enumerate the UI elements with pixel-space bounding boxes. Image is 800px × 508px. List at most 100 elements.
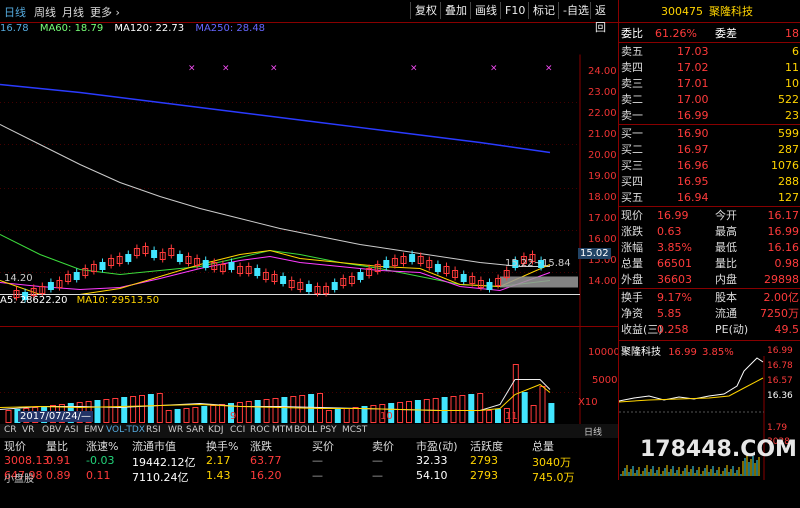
table-header[interactable]: 现价 xyxy=(4,438,26,454)
table-header[interactable]: 总量 xyxy=(532,438,554,454)
event-marker: × xyxy=(188,64,196,74)
indicator-tab[interactable]: ROC xyxy=(250,425,270,435)
indicator-tab[interactable]: SAR xyxy=(186,425,204,435)
quote-panel: 300475 聚隆科技 委比 61.26% 委差 18 卖五 17.03 6 卖四 17… xyxy=(618,0,800,480)
stat-value: 5.85 xyxy=(657,307,682,320)
indicator-tab[interactable]: CCI xyxy=(230,425,245,435)
table-header[interactable]: 换手% xyxy=(206,438,238,454)
indicator-tab[interactable]: PSY xyxy=(320,425,337,435)
back-button[interactable]: 返回 xyxy=(590,2,618,34)
indicator-tab[interactable]: VR xyxy=(22,425,34,435)
volume-bar xyxy=(236,402,243,423)
table-header[interactable]: 买价 xyxy=(312,438,334,454)
table-cell: 2793 xyxy=(470,454,498,467)
indicator-tab[interactable]: ASI xyxy=(64,425,79,435)
stat-value: 36603 xyxy=(657,273,692,286)
orderbook-price[interactable]: 16.95 xyxy=(677,174,709,190)
orderbook-price[interactable]: 17.01 xyxy=(677,76,709,92)
price-tick: 14.00 xyxy=(588,276,617,287)
volume-bar xyxy=(290,396,297,423)
candle xyxy=(434,264,441,272)
table-header[interactable]: 涨速% xyxy=(86,438,118,454)
table-header[interactable]: 流通市值 xyxy=(132,438,176,454)
orderbook-qty: 23 xyxy=(785,109,799,122)
table-footer: 小盘股 xyxy=(4,474,34,485)
kline-chart[interactable]: × × × × × × xyxy=(0,22,618,462)
orderbook-price[interactable]: 17.02 xyxy=(677,60,709,76)
table-header[interactable]: 涨跌 xyxy=(250,438,272,454)
stat-value: 0.63 xyxy=(657,225,682,238)
indicator-tab-active[interactable]: VOL-TDX xyxy=(106,425,145,435)
volume-bar xyxy=(450,396,457,423)
table-cell: — xyxy=(312,469,323,482)
table-header[interactable]: 卖价 xyxy=(372,438,394,454)
candle xyxy=(409,254,416,262)
orderbook-price[interactable]: 16.99 xyxy=(677,108,709,124)
candle xyxy=(151,250,158,258)
event-marker: × xyxy=(545,64,553,74)
volume-bar xyxy=(245,401,252,423)
stat-label: 外盘 xyxy=(621,273,643,286)
volume-bar xyxy=(94,400,101,423)
price-tick: 16.00 xyxy=(588,234,617,245)
range-annotation: 15.22~15.84 xyxy=(505,258,571,269)
indicator-tab[interactable]: MTM xyxy=(272,425,293,435)
tab-more[interactable]: 更多 › xyxy=(90,4,120,20)
draw-line-button[interactable]: 画线 xyxy=(470,2,501,19)
indicator-tab[interactable]: MCST xyxy=(342,425,367,435)
price-tick: 18.00 xyxy=(588,192,617,203)
volume-bar xyxy=(272,398,279,423)
candle xyxy=(47,282,54,290)
adjust-button[interactable]: 复权 xyxy=(410,2,441,19)
candle xyxy=(202,260,209,268)
orderbook-price[interactable]: 17.00 xyxy=(677,92,709,108)
orderbook-price[interactable]: 16.94 xyxy=(677,190,709,206)
orderbook-price[interactable]: 16.97 xyxy=(677,142,709,158)
table-header[interactable]: 量比 xyxy=(46,438,68,454)
stat-label: 最高 xyxy=(715,225,737,238)
stat-label: 涨跌 xyxy=(621,225,643,238)
volume-bar xyxy=(406,401,412,423)
table-header[interactable]: 市盈(动) xyxy=(416,438,458,454)
orderbook-row: 卖五 17.03 6 xyxy=(619,44,800,60)
tab-weekly[interactable]: 周线 xyxy=(34,4,56,20)
candle xyxy=(125,254,132,262)
volume-bar xyxy=(397,402,404,423)
stat-value: 16.17 xyxy=(767,209,800,222)
orderbook-price[interactable]: 16.90 xyxy=(677,126,709,142)
stat-label: 总量 xyxy=(621,257,643,270)
current-price-marker: 15.02 xyxy=(578,248,611,259)
table-header[interactable]: 活跃度 xyxy=(470,438,503,454)
indicator-tab[interactable]: BOLL xyxy=(294,425,317,435)
mark-button[interactable]: 标记 xyxy=(528,2,559,19)
indicator-tab[interactable]: WR xyxy=(168,425,183,435)
orderbook-row: 卖四 17.02 11 xyxy=(619,60,800,76)
indicator-tab[interactable]: CR xyxy=(4,425,17,435)
orderbook-price[interactable]: 16.96 xyxy=(677,158,709,174)
indicator-tab[interactable]: RSI xyxy=(146,425,161,435)
period-tab[interactable]: 日线 xyxy=(584,425,602,438)
f10-button[interactable]: F10 xyxy=(500,2,529,19)
remove-favorite-button[interactable]: -自选 xyxy=(558,2,593,19)
volume-bar xyxy=(281,397,288,423)
volume-bar xyxy=(334,409,341,423)
price-tick: 19.00 xyxy=(588,171,617,182)
orderbook-label: 卖四 xyxy=(621,61,643,74)
chart-toolbar: 日线 周线 月线 更多 › 复权 叠加 画线 F10 标记 -自选 返回 xyxy=(0,0,618,34)
orderbook-price[interactable]: 17.03 xyxy=(677,44,709,60)
vol-ma10-label: MA10: 29513.50 xyxy=(76,295,160,306)
candle xyxy=(99,262,106,270)
indicator-tab[interactable]: EMV xyxy=(84,425,104,435)
stat-label: 流通 xyxy=(715,307,737,320)
candle xyxy=(228,262,235,270)
overlay-button[interactable]: 叠加 xyxy=(440,2,471,19)
tab-daily[interactable]: 日线 xyxy=(4,4,26,20)
indicator-tab[interactable]: KDJ xyxy=(208,425,224,435)
stock-name: 聚隆科技 xyxy=(709,5,753,18)
stat-label: 最低 xyxy=(715,241,737,254)
tab-monthly[interactable]: 月线 xyxy=(62,4,84,20)
stat-row: 涨幅 3.85% 最低 16.16 xyxy=(619,240,800,256)
candle xyxy=(280,276,287,284)
orderbook-row: 买一 16.90 599 xyxy=(619,126,800,142)
indicator-tab[interactable]: OBV xyxy=(42,425,61,435)
